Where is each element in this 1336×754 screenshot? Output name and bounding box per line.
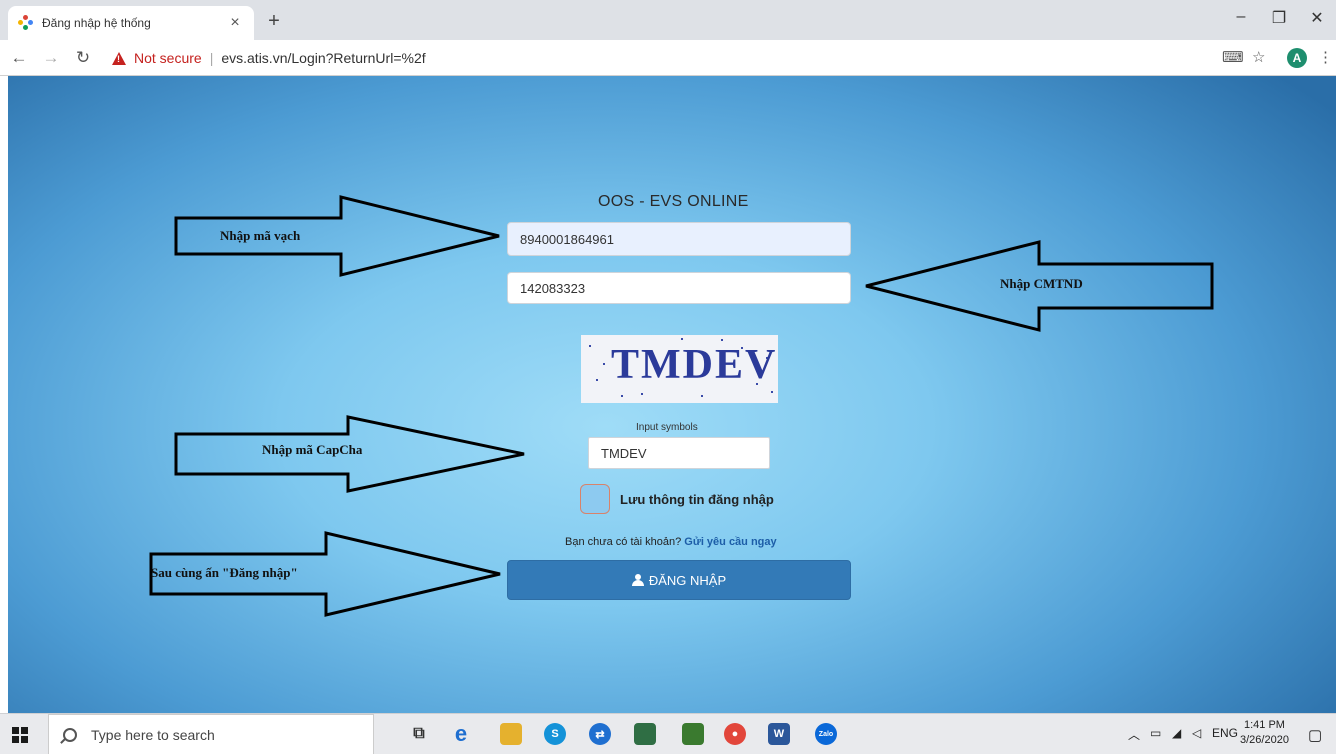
clock-time: 1:41 PM (1243, 719, 1285, 731)
captcha-input[interactable]: TMDEV (588, 437, 770, 469)
register-prompt-text: Bạn chưa có tài khoản? (565, 536, 682, 548)
login-button[interactable]: ĐĂNG NHẬP (507, 560, 851, 600)
annotation-login-label: Sau cùng ấn "Đăng nhập" (151, 565, 298, 580)
annotation-captcha-label: Nhập mã CapCha (262, 442, 363, 457)
language-indicator[interactable]: ENG (1212, 726, 1238, 740)
login-button-label: ĐĂNG NHẬP (648, 572, 727, 588)
translate-icon[interactable]: ⌨ (1222, 48, 1244, 66)
register-prompt: Bạn chưa có tài khoản? Gửi yêu cầu ngay (565, 536, 777, 548)
teamviewer-icon[interactable]: ⇄ (589, 723, 611, 745)
barcode-input[interactable]: 8940001864961 (507, 222, 851, 256)
address-bar: ← → ↻ Not secure | evs.atis.vn/Login?Ret… (0, 40, 1336, 76)
annotation-barcode-label: Nhập mã vạch (220, 228, 301, 243)
site-favicon-icon (18, 15, 34, 31)
word-icon[interactable]: W (768, 723, 790, 745)
profile-avatar[interactable]: A (1287, 48, 1307, 68)
restore-icon[interactable]: ❐ (1264, 8, 1294, 28)
system-clock[interactable]: 1:41 PM 3/26/2020 (1240, 718, 1289, 748)
photos-icon[interactable] (682, 723, 704, 745)
reload-icon[interactable]: ↻ (70, 48, 96, 68)
minimize-icon[interactable]: – (1226, 8, 1256, 26)
tab-close-icon[interactable]: × (226, 14, 244, 32)
id-number-input[interactable]: 142083323 (507, 272, 851, 304)
zalo-icon[interactable]: Zalo (815, 723, 837, 745)
edge-icon[interactable]: e (450, 721, 472, 746)
back-icon[interactable]: ← (6, 48, 32, 68)
remember-label: Lưu thông tin đăng nhập (620, 491, 774, 507)
input-symbols-label: Input symbols (636, 422, 698, 433)
annotation-cmnd-label: Nhập CMTND (1000, 276, 1083, 291)
register-link[interactable]: Gửi yêu cầu ngay (684, 536, 776, 548)
volume-icon[interactable]: ◁ (1192, 726, 1201, 740)
app-icon[interactable] (634, 723, 656, 745)
windows-start-icon[interactable] (12, 727, 28, 743)
taskbar-search-placeholder: Type here to search (91, 726, 215, 743)
forward-icon[interactable]: → (38, 48, 64, 68)
menu-dots-icon[interactable]: ⋮ (1318, 48, 1333, 66)
user-icon (631, 574, 644, 586)
skype-icon[interactable]: S (544, 723, 566, 745)
url-separator: | (209, 50, 214, 66)
url-text: evs.atis.vn/Login?ReturnUrl=%2f (221, 50, 426, 66)
taskbar-search[interactable]: Type here to search (48, 714, 374, 754)
new-tab-button[interactable]: + (262, 10, 286, 33)
taskbar: Type here to search ⧉ e S ⇄ ● W Zalo ︿ ▭… (0, 713, 1336, 754)
task-view-icon[interactable]: ⧉ (408, 723, 430, 745)
tray-chevron-icon[interactable]: ︿ (1128, 726, 1140, 743)
clock-date: 3/26/2020 (1240, 734, 1289, 746)
site-title: OOS - EVS ONLINE (598, 193, 749, 210)
not-secure-label: Not secure (134, 50, 202, 66)
captcha-image: TMDEV (581, 335, 778, 403)
close-window-icon[interactable]: ✕ (1302, 8, 1332, 28)
bookmark-star-icon[interactable]: ☆ (1252, 48, 1265, 66)
captcha-text: TMDEV (611, 342, 778, 388)
remember-checkbox[interactable] (580, 484, 610, 514)
warning-icon (112, 51, 126, 65)
login-page: OOS - EVS ONLINE 8940001864961 142083323… (8, 76, 1336, 713)
url-box[interactable]: Not secure | evs.atis.vn/Login?ReturnUrl… (112, 46, 1192, 70)
wifi-icon[interactable]: ◢ (1172, 726, 1181, 740)
tab-title: Đăng nhập hệ thống (42, 16, 151, 30)
file-explorer-icon[interactable] (500, 723, 522, 745)
browser-tab-bar: Đăng nhập hệ thống × + – ❐ ✕ (0, 0, 1336, 40)
browser-tab[interactable]: Đăng nhập hệ thống × (8, 6, 254, 40)
notification-icon[interactable]: ▢ (1308, 726, 1322, 744)
chrome-icon[interactable]: ● (724, 723, 746, 745)
remember-login[interactable]: Lưu thông tin đăng nhập (580, 484, 774, 514)
battery-icon[interactable]: ▭ (1150, 726, 1161, 740)
search-icon (63, 727, 77, 742)
